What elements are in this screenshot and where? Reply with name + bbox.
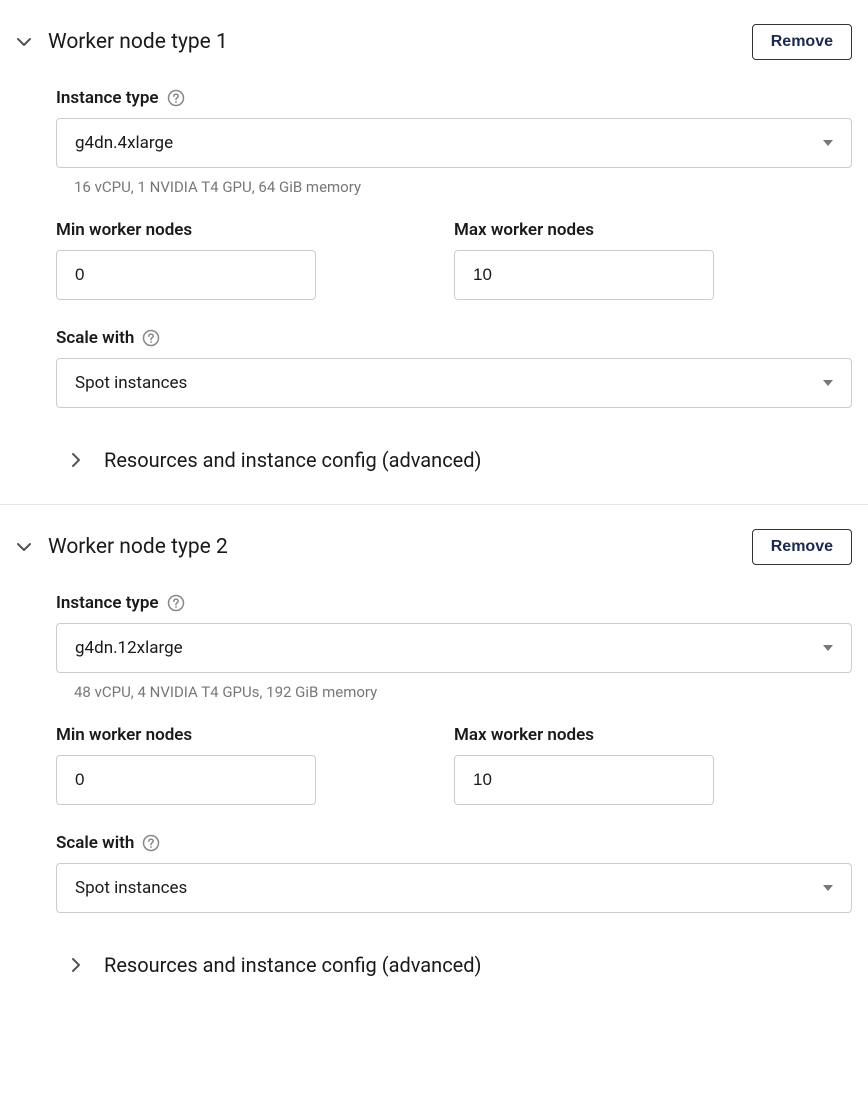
instance-type-value: g4dn.12xlarge xyxy=(75,638,183,658)
max-input[interactable] xyxy=(454,250,714,300)
chevron-right-icon xyxy=(68,957,84,973)
worker-header-1: Worker node type 1 Remove xyxy=(16,24,852,60)
chevron-down-icon xyxy=(16,539,32,555)
max-label: Max worker nodes xyxy=(454,220,852,240)
scale-value: Spot instances xyxy=(75,373,187,393)
worker-body-1: Instance type g4dn.4xlarge 16 vCPU, 1 NV… xyxy=(16,88,852,472)
scale-group: Scale with Spot instances xyxy=(56,328,852,408)
min-label-text: Min worker nodes xyxy=(56,725,192,745)
advanced-label: Resources and instance config (advanced) xyxy=(104,448,482,472)
advanced-toggle[interactable]: Resources and instance config (advanced) xyxy=(56,953,852,977)
worker-title: Worker node type 2 xyxy=(48,535,228,559)
min-label: Min worker nodes xyxy=(56,725,454,745)
worker-section-1: Worker node type 1 Remove Instance type … xyxy=(0,0,868,504)
remove-button[interactable]: Remove xyxy=(752,24,852,60)
chevron-down-icon xyxy=(16,34,32,50)
caret-down-icon xyxy=(823,885,833,891)
max-label-text: Max worker nodes xyxy=(454,220,594,240)
instance-type-label-text: Instance type xyxy=(56,593,159,613)
help-icon[interactable] xyxy=(167,89,185,107)
worker-header-2: Worker node type 2 Remove xyxy=(16,529,852,565)
instance-type-hint: 48 vCPU, 4 NVIDIA T4 GPUs, 192 GiB memor… xyxy=(56,683,852,701)
scale-select[interactable]: Spot instances xyxy=(56,358,852,408)
min-max-row: Min worker nodes Max worker nodes xyxy=(56,725,852,805)
instance-type-label-text: Instance type xyxy=(56,88,159,108)
instance-type-hint: 16 vCPU, 1 NVIDIA T4 GPU, 64 GiB memory xyxy=(56,178,852,196)
max-input[interactable] xyxy=(454,755,714,805)
worker-title: Worker node type 1 xyxy=(48,30,228,54)
max-label: Max worker nodes xyxy=(454,725,852,745)
scale-label: Scale with xyxy=(56,833,852,853)
caret-down-icon xyxy=(823,140,833,146)
instance-type-label: Instance type xyxy=(56,88,852,108)
help-icon[interactable] xyxy=(142,329,160,347)
worker-body-2: Instance type g4dn.12xlarge 48 vCPU, 4 N… xyxy=(16,593,852,977)
scale-label-text: Scale with xyxy=(56,833,134,853)
worker-toggle-2[interactable]: Worker node type 2 xyxy=(16,535,228,559)
max-col: Max worker nodes xyxy=(454,725,852,805)
max-col: Max worker nodes xyxy=(454,220,852,300)
caret-down-icon xyxy=(823,380,833,386)
min-label: Min worker nodes xyxy=(56,220,454,240)
min-col: Min worker nodes xyxy=(56,220,454,300)
scale-label-text: Scale with xyxy=(56,328,134,348)
min-input[interactable] xyxy=(56,250,316,300)
min-max-row: Min worker nodes Max worker nodes xyxy=(56,220,852,300)
worker-section-2: Worker node type 2 Remove Instance type … xyxy=(0,504,868,1009)
scale-select[interactable]: Spot instances xyxy=(56,863,852,913)
worker-toggle-1[interactable]: Worker node type 1 xyxy=(16,30,228,54)
caret-down-icon xyxy=(823,645,833,651)
min-label-text: Min worker nodes xyxy=(56,220,192,240)
help-icon[interactable] xyxy=(142,834,160,852)
scale-value: Spot instances xyxy=(75,878,187,898)
remove-button[interactable]: Remove xyxy=(752,529,852,565)
advanced-toggle[interactable]: Resources and instance config (advanced) xyxy=(56,448,852,472)
instance-type-select[interactable]: g4dn.4xlarge xyxy=(56,118,852,168)
min-col: Min worker nodes xyxy=(56,725,454,805)
instance-type-value: g4dn.4xlarge xyxy=(75,133,173,153)
scale-label: Scale with xyxy=(56,328,852,348)
min-input[interactable] xyxy=(56,755,316,805)
max-label-text: Max worker nodes xyxy=(454,725,594,745)
advanced-label: Resources and instance config (advanced) xyxy=(104,953,482,977)
scale-group: Scale with Spot instances xyxy=(56,833,852,913)
instance-type-label: Instance type xyxy=(56,593,852,613)
chevron-right-icon xyxy=(68,452,84,468)
instance-type-select[interactable]: g4dn.12xlarge xyxy=(56,623,852,673)
help-icon[interactable] xyxy=(167,594,185,612)
